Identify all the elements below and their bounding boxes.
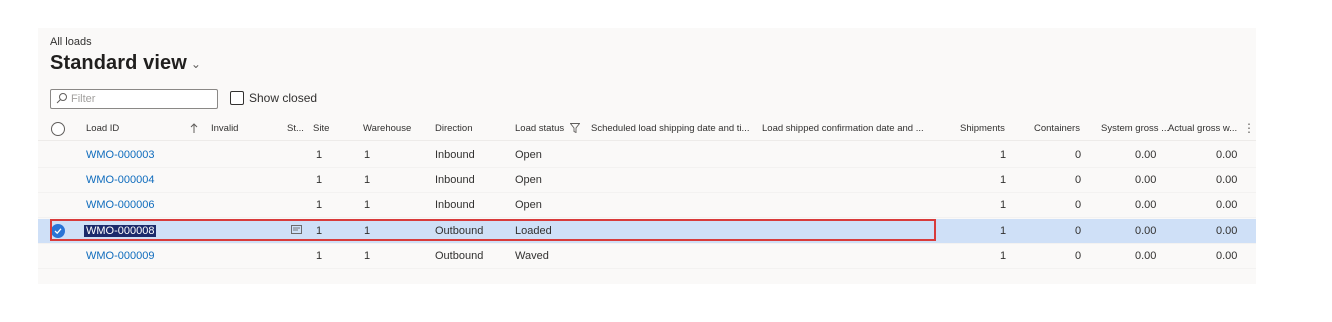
- col-shipments[interactable]: Shipments: [960, 123, 1005, 134]
- show-closed-checkbox[interactable]: [230, 91, 244, 105]
- cell-shipments: 1: [1000, 225, 1007, 237]
- show-closed-label: Show closed: [249, 91, 318, 105]
- cell-containers: 0: [1075, 174, 1082, 186]
- cell-system-gross: 0.00: [1135, 225, 1157, 237]
- cell-system-gross: 0.00: [1135, 149, 1157, 161]
- cell-containers: 0: [1075, 199, 1082, 211]
- col-direction[interactable]: Direction: [435, 123, 473, 134]
- table-row[interactable]: WMO-000003 1 1 Inbound Open 1 0 0.00 0.0…: [38, 143, 1256, 168]
- cell-load-status: Open: [515, 149, 542, 161]
- cell-site: 1: [316, 199, 323, 211]
- cell-load-status: Open: [515, 199, 542, 211]
- cell-direction: Inbound: [435, 174, 475, 186]
- cell-containers: 0: [1075, 225, 1082, 237]
- cell-containers: 0: [1075, 250, 1082, 262]
- cell-load-status: Waved: [515, 250, 549, 262]
- cell-shipments: 1: [1000, 174, 1007, 186]
- cell-site: 1: [316, 149, 323, 161]
- cell-actual-gross: 0.00: [1216, 174, 1238, 186]
- col-confirmed[interactable]: Load shipped confirmation date and ...: [762, 123, 924, 134]
- table-row[interactable]: WMO-000006 1 1 Inbound Open 1 0 0.00 0.0…: [38, 193, 1256, 218]
- cell-shipments: 1: [1000, 250, 1007, 262]
- col-system-gross[interactable]: System gross ...: [1101, 123, 1169, 134]
- view-selector[interactable]: Standard view ⌄: [50, 52, 201, 75]
- grid-header: Load ID Invalid St... Site Warehouse Dir…: [38, 118, 1256, 141]
- table-row[interactable]: WMO-000009 1 1 Outbound Waved 1 0 0.00 0…: [38, 244, 1256, 269]
- highlight-box: [50, 219, 936, 241]
- cell-shipments: 1: [1000, 199, 1007, 211]
- cell-direction: Inbound: [435, 199, 475, 211]
- cell-system-gross: 0.00: [1135, 199, 1157, 211]
- col-status-short[interactable]: St...: [287, 123, 304, 134]
- cell-direction: Outbound: [435, 250, 484, 262]
- page-title: Standard view: [50, 52, 187, 74]
- cell-actual-gross: 0.00: [1216, 250, 1238, 262]
- filter-funnel-icon[interactable]: [570, 123, 580, 133]
- filter-input[interactable]: Filter: [50, 89, 218, 109]
- col-warehouse[interactable]: Warehouse: [363, 123, 411, 134]
- cell-actual-gross: 0.00: [1216, 199, 1238, 211]
- load-id-link[interactable]: WMO-000009: [86, 250, 154, 262]
- col-load-id[interactable]: Load ID: [86, 123, 119, 134]
- cell-system-gross: 0.00: [1135, 250, 1157, 262]
- cell-load-status: Open: [515, 174, 542, 186]
- all-loads-panel: All loads Standard view ⌄ Filter Show clo…: [38, 28, 1256, 284]
- load-id-link[interactable]: WMO-000006: [86, 199, 154, 211]
- table-row-selected[interactable]: WMO-000008 1 1 Outbound Loaded 1 0 0.00 …: [38, 219, 1256, 244]
- select-all-radio[interactable]: [51, 122, 65, 136]
- col-site[interactable]: Site: [313, 123, 329, 134]
- cell-warehouse: 1: [364, 174, 371, 186]
- cell-site: 1: [316, 174, 323, 186]
- cell-system-gross: 0.00: [1135, 174, 1157, 186]
- col-load-status[interactable]: Load status: [515, 123, 564, 134]
- more-options-icon[interactable]: ⋮: [1243, 121, 1255, 135]
- load-id-link[interactable]: WMO-000004: [86, 174, 154, 186]
- cell-actual-gross: 0.00: [1216, 225, 1238, 237]
- table-row[interactable]: WMO-000004 1 1 Inbound Open 1 0 0.00 0.0…: [38, 168, 1256, 193]
- cell-warehouse: 1: [364, 250, 371, 262]
- cell-containers: 0: [1075, 149, 1082, 161]
- col-scheduled[interactable]: Scheduled load shipping date and ti...: [591, 123, 749, 134]
- chevron-down-icon: ⌄: [190, 56, 202, 71]
- cell-warehouse: 1: [364, 199, 371, 211]
- cell-shipments: 1: [1000, 149, 1007, 161]
- search-icon: [56, 93, 67, 104]
- cell-direction: Inbound: [435, 149, 475, 161]
- cell-warehouse: 1: [364, 149, 371, 161]
- sort-ascending-icon: [190, 123, 198, 133]
- cell-actual-gross: 0.00: [1216, 149, 1238, 161]
- col-containers[interactable]: Containers: [1034, 123, 1080, 134]
- col-actual-gross[interactable]: Actual gross w...: [1168, 123, 1237, 134]
- filter-placeholder: Filter: [71, 93, 96, 105]
- load-id-link[interactable]: WMO-000003: [86, 149, 154, 161]
- col-invalid[interactable]: Invalid: [211, 123, 238, 134]
- cell-site: 1: [316, 250, 323, 262]
- breadcrumb[interactable]: All loads: [50, 36, 92, 48]
